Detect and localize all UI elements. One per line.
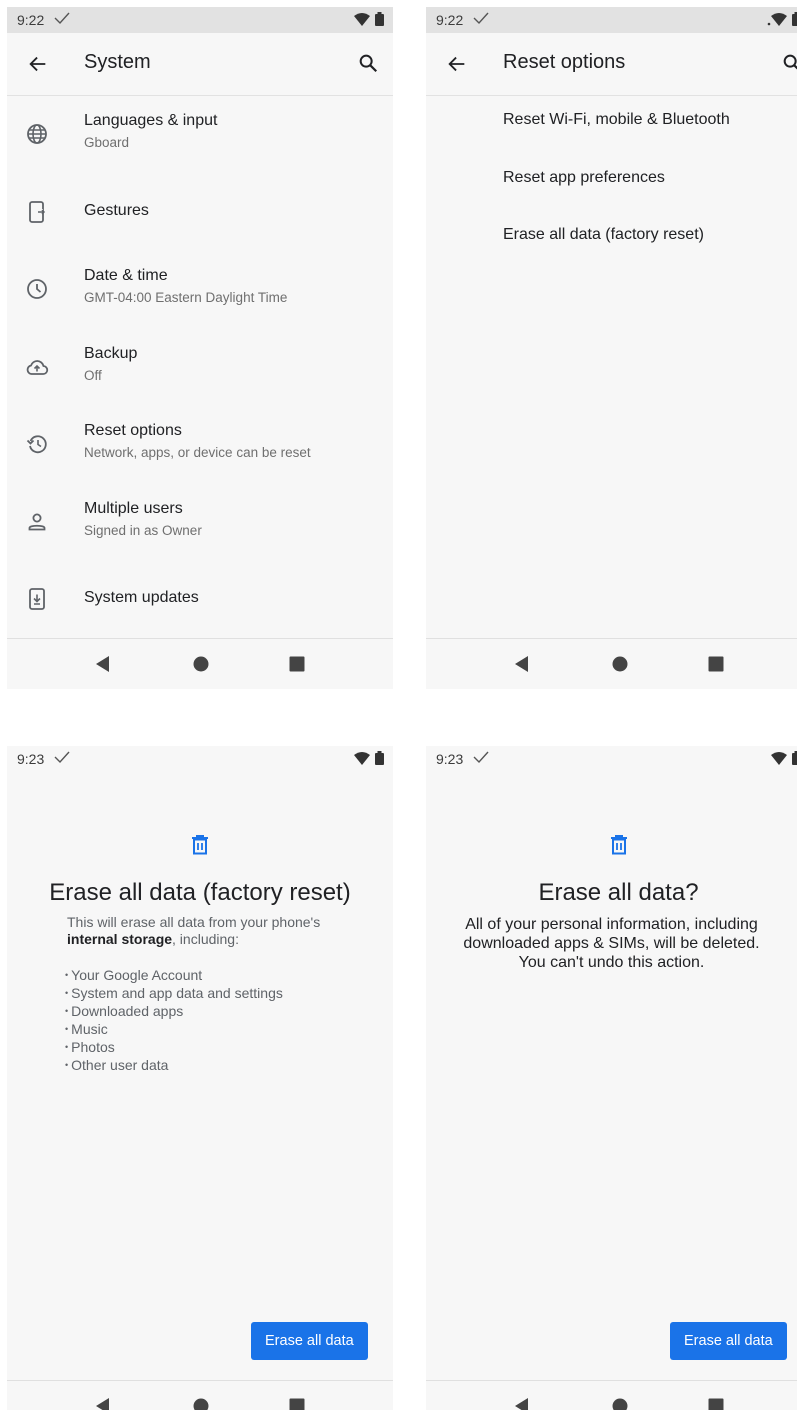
check-icon (473, 751, 489, 764)
list-item: Downloaded apps (65, 1002, 283, 1020)
trash-icon (192, 835, 208, 855)
navigation-bar (426, 1380, 797, 1410)
navigation-bar (426, 638, 797, 689)
settings-item-date-time[interactable]: Date & time GMT-04:00 Eastern Daylight T… (7, 251, 393, 329)
check-icon (54, 12, 70, 25)
status-bar: 9:22 (7, 7, 393, 33)
system-settings-screen: 9:22 System Languages & input Gboard Ges… (7, 7, 393, 689)
settings-item-subtitle: GMT-04:00 Eastern Daylight Time (84, 290, 288, 305)
page-title: Reset options (503, 51, 626, 73)
warning-line: downloaded apps & SIMs, will be deleted. (463, 935, 760, 952)
page-title: Erase all data? (538, 879, 699, 906)
warning-line: All of your personal information, includ… (465, 916, 758, 933)
backup-cloud-icon (26, 359, 49, 375)
settings-item-subtitle: Network, apps, or device can be reset (84, 445, 311, 460)
app-bar: Reset options (426, 33, 797, 96)
back-arrow-icon[interactable] (446, 53, 468, 75)
nav-home-icon[interactable] (192, 1397, 210, 1410)
clock-icon (27, 279, 47, 299)
status-time: 9:23 (436, 751, 464, 767)
wifi-icon (767, 12, 787, 26)
settings-item-title: Multiple users (84, 499, 183, 517)
back-arrow-icon[interactable] (27, 53, 49, 75)
settings-item-title: Reset options (84, 422, 182, 439)
battery-icon (792, 12, 797, 26)
wifi-icon (354, 751, 370, 765)
status-time: 9:22 (17, 12, 45, 28)
gestures-icon (29, 200, 46, 223)
description-text: This will erase all data from your phone… (67, 914, 321, 930)
nav-home-icon[interactable] (611, 655, 629, 673)
globe-icon (27, 124, 47, 144)
list-item: Other user data (65, 1056, 283, 1074)
erase-all-data-button[interactable]: Erase all data (251, 1322, 368, 1360)
nav-recents-icon[interactable] (707, 1397, 725, 1410)
person-icon (28, 513, 46, 530)
settings-item-languages[interactable]: Languages & input Gboard (7, 96, 393, 174)
settings-item-title: Backup (84, 344, 138, 362)
factory-reset-screen: 9:23 Erase all data (factory reset) This… (7, 746, 393, 1410)
system-update-icon (29, 588, 45, 610)
nav-back-icon[interactable] (513, 655, 531, 673)
status-bar: 9:22 (426, 7, 797, 33)
settings-item-title: Gestures (84, 201, 149, 219)
settings-item-title: Date & time (84, 267, 168, 284)
nav-recents-icon[interactable] (288, 1397, 306, 1410)
reset-options-screen: 9:22 Reset options Reset Wi-Fi, mobile &… (426, 7, 797, 689)
battery-icon (792, 751, 797, 765)
option-erase-all-data[interactable]: Erase all data (factory reset) (503, 226, 704, 244)
nav-recents-icon[interactable] (707, 655, 725, 673)
page-title: Erase all data (factory reset) (49, 879, 351, 906)
nav-back-icon[interactable] (94, 1397, 112, 1410)
nav-back-icon[interactable] (94, 655, 112, 673)
settings-list: Languages & input Gboard Gestures Date &… (7, 96, 393, 639)
option-reset-network[interactable]: Reset Wi-Fi, mobile & Bluetooth (503, 111, 730, 129)
settings-item-multiple-users[interactable]: Multiple users Signed in as Owner (7, 484, 393, 562)
list-item: Your Google Account (65, 966, 283, 984)
nav-back-icon[interactable] (513, 1397, 531, 1410)
erase-warning: All of your personal information, includ… (436, 915, 787, 972)
option-reset-app-preferences[interactable]: Reset app preferences (503, 169, 665, 187)
navigation-bar (7, 638, 393, 689)
erase-confirm-screen: 9:23 Erase all data? All of your persona… (426, 746, 797, 1410)
app-bar: System (7, 33, 393, 96)
status-bar: 9:23 (7, 746, 393, 772)
list-item: Music (65, 1020, 283, 1038)
settings-item-subtitle: Off (84, 367, 102, 383)
trash-icon (611, 835, 627, 855)
navigation-bar (7, 1380, 393, 1410)
search-icon[interactable] (357, 52, 379, 74)
status-bar: 9:23 (426, 746, 797, 772)
settings-item-title: System updates (84, 589, 199, 606)
description-text-end: , including: (172, 931, 239, 947)
check-icon (54, 751, 70, 764)
check-icon (473, 12, 489, 25)
wifi-icon (771, 751, 787, 765)
status-time: 9:22 (436, 12, 464, 28)
page-title: System (84, 51, 151, 73)
erase-all-data-button[interactable]: Erase all data (670, 1322, 787, 1360)
warning-line: You can't undo this action. (518, 954, 705, 971)
settings-item-system-updates[interactable]: System updates (7, 561, 393, 639)
list-item: System and app data and settings (65, 984, 283, 1002)
reset-history-icon (26, 435, 47, 454)
search-icon[interactable] (781, 52, 797, 74)
battery-icon (375, 12, 384, 26)
battery-icon (375, 751, 384, 765)
erase-description: This will erase all data from your phone… (67, 914, 367, 948)
settings-item-title: Languages & input (84, 112, 218, 129)
status-time: 9:23 (17, 751, 45, 767)
list-item: Photos (65, 1038, 283, 1056)
settings-item-gestures[interactable]: Gestures (7, 174, 393, 252)
wifi-icon (354, 12, 370, 26)
settings-item-reset-options[interactable]: Reset options Network, apps, or device c… (7, 406, 393, 484)
settings-item-subtitle: Signed in as Owner (84, 522, 202, 538)
settings-item-subtitle: Gboard (84, 135, 130, 150)
settings-item-backup[interactable]: Backup Off (7, 329, 393, 407)
nav-recents-icon[interactable] (288, 655, 306, 673)
description-bold-text: internal storage (67, 931, 173, 947)
nav-home-icon[interactable] (611, 1397, 629, 1410)
nav-home-icon[interactable] (192, 655, 210, 673)
erase-items-list: Your Google Account System and app data … (65, 966, 283, 1074)
